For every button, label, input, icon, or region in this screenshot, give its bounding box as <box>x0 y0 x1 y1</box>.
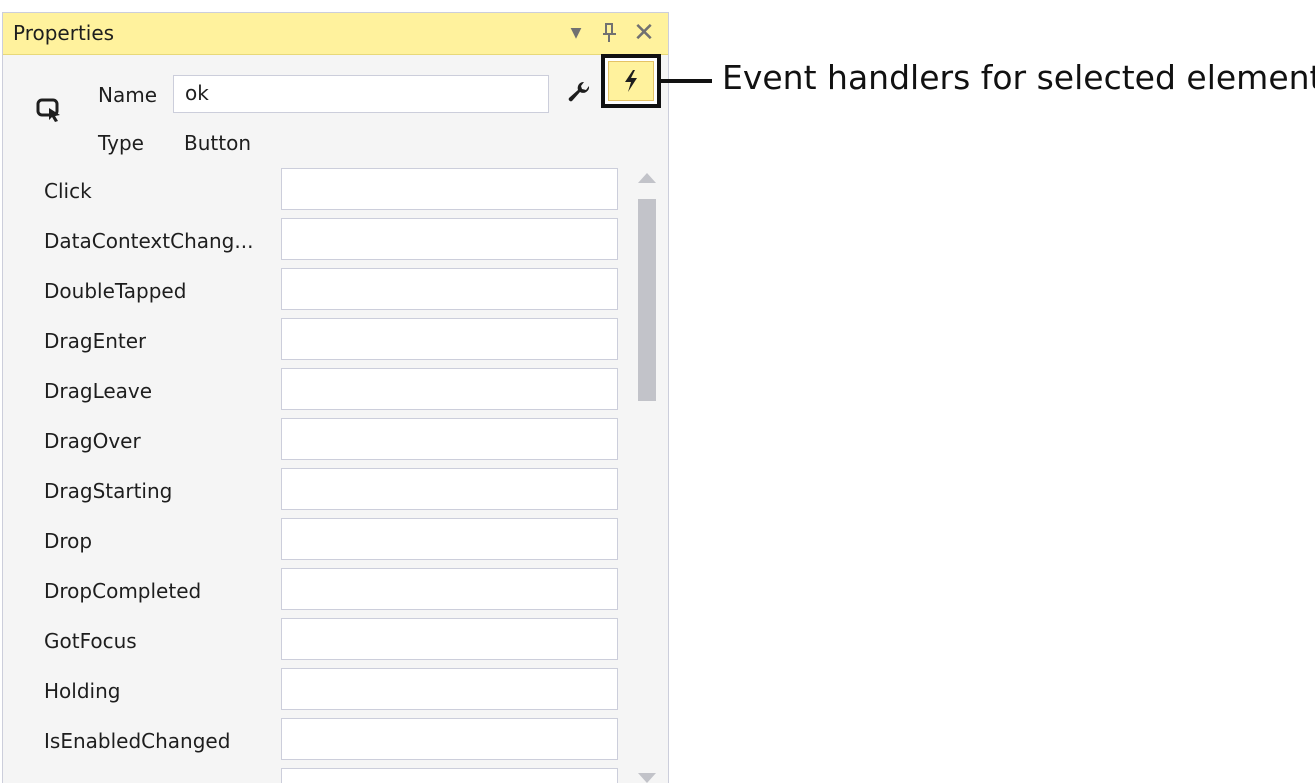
wrench-icon <box>568 81 590 102</box>
event-handler-field[interactable] <box>281 618 618 660</box>
properties-panel: Properties ▼ ✕ Name ok Type Button Click… <box>2 12 669 783</box>
event-handler-field[interactable] <box>281 168 618 210</box>
event-name-label: DropCompleted <box>44 579 202 603</box>
close-icon[interactable]: ✕ <box>631 18 657 48</box>
event-name-label: Click <box>44 179 92 203</box>
event-row: DragEnter <box>30 309 630 360</box>
scroll-thumb[interactable] <box>638 199 656 401</box>
panel-title: Properties <box>13 21 115 45</box>
callout-line <box>661 79 712 83</box>
event-row: DataContextChang... <box>30 209 630 260</box>
event-handler-field[interactable] <box>281 768 618 783</box>
event-handler-field[interactable] <box>281 468 618 510</box>
event-name-label: GotFocus <box>44 629 137 653</box>
vertical-scrollbar[interactable] <box>633 165 661 783</box>
event-row: IsEnabledChanged <box>30 709 630 760</box>
event-name-label: DragStarting <box>44 479 173 503</box>
name-label: Name <box>98 83 158 107</box>
event-row: Holding <box>30 659 630 710</box>
panel-titlebar: Properties ▼ ✕ <box>3 13 668 55</box>
callout-label: Event handlers for selected element <box>722 58 1315 97</box>
event-handler-field[interactable] <box>281 318 618 360</box>
event-name-label: KeyDown <box>44 779 137 783</box>
scroll-up-arrow-icon[interactable] <box>638 173 656 183</box>
event-row: Click <box>30 159 630 210</box>
event-name-label: DataContextChang... <box>44 229 254 253</box>
event-handler-field[interactable] <box>281 568 618 610</box>
event-handlers-button-fill <box>608 61 654 101</box>
pin-icon[interactable] <box>597 18 623 48</box>
element-selector-icon <box>36 97 62 123</box>
event-row: DragLeave <box>30 359 630 410</box>
event-row: DragOver <box>30 409 630 460</box>
event-name-label: IsEnabledChanged <box>44 729 231 753</box>
event-row: Drop <box>30 509 630 560</box>
event-handler-field[interactable] <box>281 668 618 710</box>
event-row: DragStarting <box>30 459 630 510</box>
event-row: KeyDown <box>30 759 630 783</box>
event-handlers-button[interactable] <box>601 54 661 108</box>
type-value: Button <box>184 131 251 155</box>
lightning-bolt-icon <box>625 70 637 92</box>
event-handler-field[interactable] <box>281 368 618 410</box>
event-name-label: DragEnter <box>44 329 147 353</box>
event-name-label: DragLeave <box>44 379 153 403</box>
chevron-down-icon[interactable]: ▼ <box>563 18 589 48</box>
event-name-label: DoubleTapped <box>44 279 187 303</box>
event-handler-field[interactable] <box>281 418 618 460</box>
event-handler-field[interactable] <box>281 268 618 310</box>
properties-view-button[interactable] <box>561 73 597 113</box>
scroll-down-arrow-icon[interactable] <box>638 773 656 783</box>
event-list: Click DataContextChang... DoubleTapped Drag… <box>30 159 630 783</box>
event-name-label: Holding <box>44 679 121 703</box>
type-label: Type <box>98 131 144 155</box>
event-row: GotFocus <box>30 609 630 660</box>
event-handler-field[interactable] <box>281 218 618 260</box>
event-handler-field[interactable] <box>281 718 618 760</box>
event-row: DropCompleted <box>30 559 630 610</box>
event-name-label: DragOver <box>44 429 141 453</box>
name-field[interactable]: ok <box>173 75 549 113</box>
event-row: DoubleTapped <box>30 259 630 310</box>
event-name-label: Drop <box>44 529 93 553</box>
event-handler-field[interactable] <box>281 518 618 560</box>
